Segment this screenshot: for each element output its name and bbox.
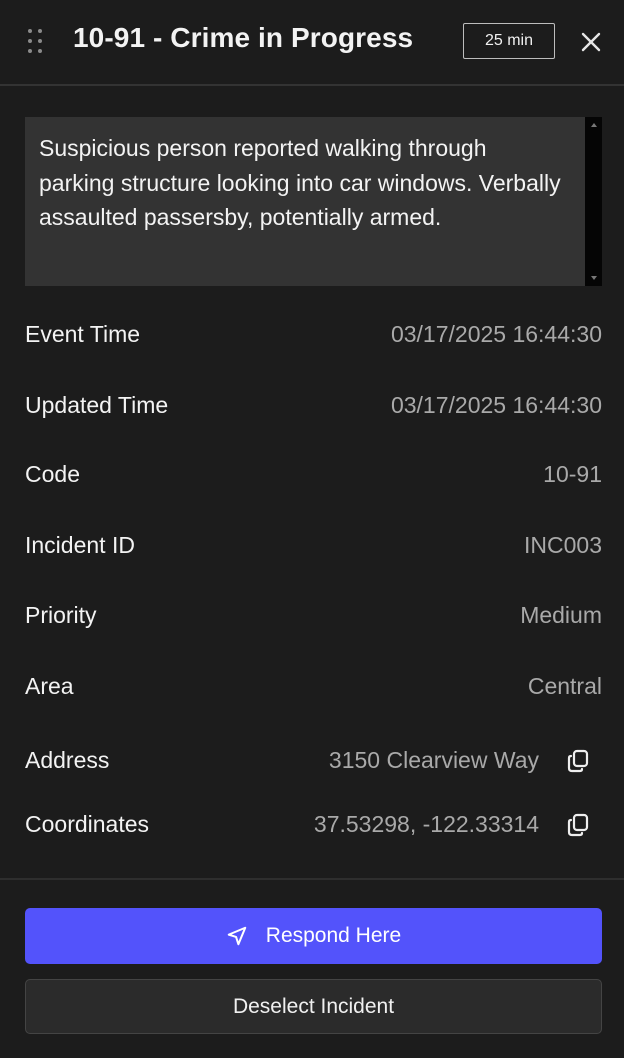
updated-time-value: 03/17/2025 16:44:30 xyxy=(390,392,602,418)
panel-header: 10-91 - Crime in Progress 25 min xyxy=(0,0,624,86)
area-label: Area xyxy=(25,673,74,699)
close-icon xyxy=(581,32,601,52)
event-time-value: 03/17/2025 16:44:30 xyxy=(390,321,602,347)
scroll-down-icon[interactable] xyxy=(591,276,597,280)
updated-time-label: Updated Time xyxy=(25,392,169,418)
address-value: 3150 Clearview Way xyxy=(328,747,539,773)
deselect-incident-label: Deselect Incident xyxy=(232,994,395,1018)
detail-row-updated-time: Updated Time 03/17/2025 16:44:30 xyxy=(25,386,602,426)
incident-id-value: INC003 xyxy=(524,532,602,558)
area-value: Central xyxy=(527,673,602,699)
elapsed-time-badge: 25 min xyxy=(463,23,555,59)
incident-detail-panel: 10-91 - Crime in Progress 25 min Suspici… xyxy=(0,0,624,1058)
description-scrollbar[interactable] xyxy=(585,117,602,286)
incident-id-label: Incident ID xyxy=(25,532,135,558)
respond-here-label: Respond Here xyxy=(265,924,402,947)
drag-handle-icon[interactable] xyxy=(26,27,46,57)
close-button[interactable] xyxy=(576,27,606,57)
copy-icon xyxy=(567,749,589,773)
code-label: Code xyxy=(25,461,80,487)
page-title: 10-91 - Crime in Progress xyxy=(73,22,414,53)
priority-value: Medium xyxy=(520,602,602,628)
detail-row-priority: Priority Medium xyxy=(25,596,602,636)
respond-here-button[interactable]: Respond Here xyxy=(25,908,602,964)
detail-row-code: Code 10-91 xyxy=(25,455,602,495)
copy-coordinates-button[interactable] xyxy=(565,812,591,838)
description-text: Suspicious person reported walking throu… xyxy=(39,135,561,230)
copy-icon xyxy=(567,813,589,837)
detail-row-area: Area Central xyxy=(25,667,602,707)
navigation-arrow-icon xyxy=(227,926,247,946)
detail-row-address: Address 3150 Clearview Way xyxy=(25,741,602,781)
incident-description[interactable]: Suspicious person reported walking throu… xyxy=(25,117,602,286)
coordinates-label: Coordinates xyxy=(25,811,150,837)
detail-row-event-time: Event Time 03/17/2025 16:44:30 xyxy=(25,315,602,355)
event-time-label: Event Time xyxy=(25,321,141,347)
detail-row-coordinates: Coordinates 37.53298, -122.33314 xyxy=(25,805,602,845)
deselect-incident-button[interactable]: Deselect Incident xyxy=(25,979,602,1034)
coordinates-value: 37.53298, -122.33314 xyxy=(313,811,539,837)
code-value: 10-91 xyxy=(543,461,602,487)
priority-label: Priority xyxy=(25,602,97,628)
footer-divider xyxy=(0,878,624,880)
address-label: Address xyxy=(25,747,110,773)
copy-address-button[interactable] xyxy=(565,748,591,774)
scroll-up-icon[interactable] xyxy=(591,123,597,127)
detail-row-incident-id: Incident ID INC003 xyxy=(25,526,602,566)
